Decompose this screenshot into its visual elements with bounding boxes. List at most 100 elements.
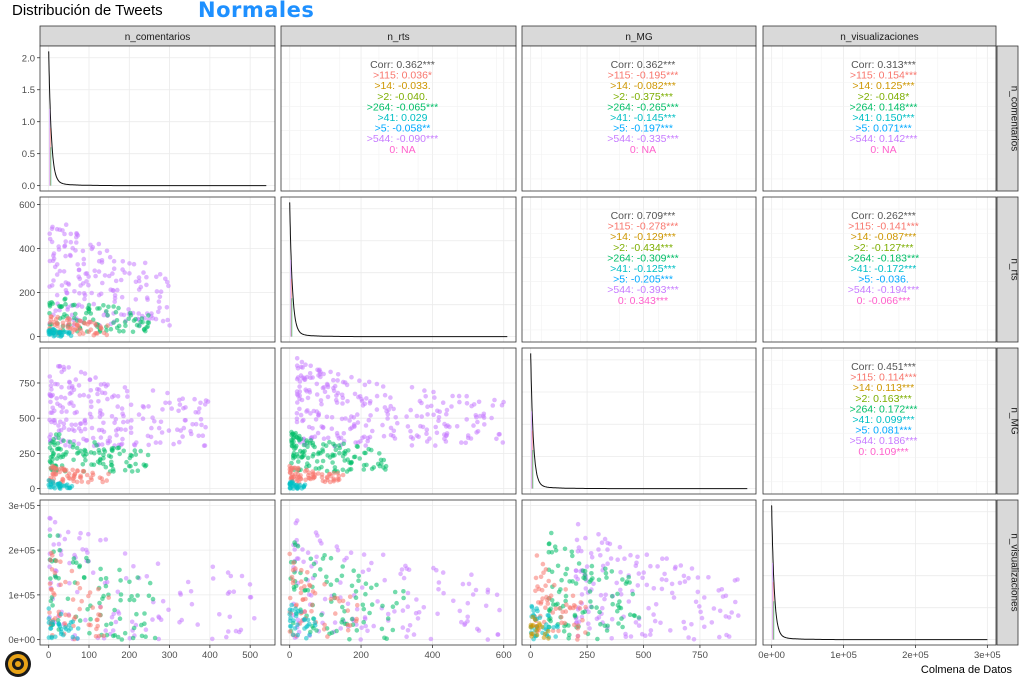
scatter-point xyxy=(98,382,104,387)
scatter-point xyxy=(431,389,436,395)
scatter-point xyxy=(691,637,697,642)
scatter-point xyxy=(58,559,63,564)
scatter-point xyxy=(58,582,63,588)
scatter-point xyxy=(354,628,360,633)
scatter-point xyxy=(530,622,536,628)
scatter-point xyxy=(605,561,610,566)
scatter-point xyxy=(332,620,338,625)
scatter-point xyxy=(459,440,464,445)
scatter-point xyxy=(152,419,157,424)
scatter-point xyxy=(699,615,705,621)
scatter-point xyxy=(79,598,84,604)
scatter-point xyxy=(607,541,613,547)
scatter-point xyxy=(534,553,540,558)
panel: Corr: 0.451***>115: 0.114***>14: 0.113**… xyxy=(762,347,997,495)
scatter-point xyxy=(88,388,94,393)
scatter-point xyxy=(95,623,100,629)
x-tick-label: 500 xyxy=(242,650,258,661)
scatter-point xyxy=(85,480,91,485)
scatter-point xyxy=(77,393,83,398)
scatter-point xyxy=(677,580,683,586)
scatter-point xyxy=(349,459,354,465)
scatter-point xyxy=(534,606,539,611)
scatter-point xyxy=(555,624,560,630)
scatter-point xyxy=(729,610,734,615)
scatter-point xyxy=(533,575,539,581)
scatter-point xyxy=(62,395,68,401)
scatter-point xyxy=(108,462,114,468)
scatter-point xyxy=(669,581,675,587)
scatter-point xyxy=(97,600,102,606)
scatter-point xyxy=(404,414,409,419)
scatter-point xyxy=(143,634,148,639)
scatter-point xyxy=(75,262,80,267)
scatter-point xyxy=(67,379,72,385)
scatter-point xyxy=(354,606,360,612)
scatter-point xyxy=(381,433,387,439)
scatter-point xyxy=(342,458,348,463)
scatter-point xyxy=(312,572,318,578)
scatter-point xyxy=(144,274,149,280)
scatter-point xyxy=(411,632,417,637)
scatter-point xyxy=(307,475,312,481)
scatter-point xyxy=(381,457,387,463)
scatter-point xyxy=(587,589,593,594)
scatter-point xyxy=(318,374,323,380)
scatter-point xyxy=(121,419,126,425)
scatter-point xyxy=(50,472,56,477)
scatter-point xyxy=(348,550,354,555)
scatter-point xyxy=(105,382,110,388)
scatter-point xyxy=(436,580,442,585)
scatter-point xyxy=(81,256,87,262)
scatter-point xyxy=(101,420,106,426)
scatter-point xyxy=(545,601,551,606)
scatter-matrix: n_comentarios n_rts n_MG n_visualizacionesn… xyxy=(8,25,1020,661)
scatter-point xyxy=(59,409,64,415)
scatter-point xyxy=(536,600,541,605)
scatter-point xyxy=(116,323,122,329)
scatter-point xyxy=(609,616,615,622)
scatter-point xyxy=(87,630,92,636)
scatter-point xyxy=(96,399,101,404)
scatter-point xyxy=(106,453,112,459)
scatter-point xyxy=(78,530,83,536)
scatter-point xyxy=(156,425,162,431)
scatter-point xyxy=(110,466,116,472)
scatter-point xyxy=(403,563,408,569)
scatter-point xyxy=(698,609,703,615)
scatter-point xyxy=(686,575,691,581)
scatter-point xyxy=(581,575,586,581)
scatter-point xyxy=(626,599,632,604)
scatter-point xyxy=(290,632,296,638)
scatter-point xyxy=(733,599,738,605)
scatter-point xyxy=(653,602,659,607)
scatter-point xyxy=(217,612,222,617)
scatter-point xyxy=(294,411,300,416)
panel: Corr: 0.709***>115: -0.278***>14: -0.129… xyxy=(521,196,757,343)
scatter-point xyxy=(474,430,479,435)
scatter-point xyxy=(59,465,64,471)
scatter-point xyxy=(329,630,335,636)
scatter-point xyxy=(617,544,623,550)
scatter-point xyxy=(333,447,339,453)
panel: Corr: 0.362***>115: -0.195***>14: -0.082… xyxy=(521,45,757,192)
scatter-point xyxy=(49,587,55,592)
scatter-point xyxy=(689,566,695,571)
scatter-point xyxy=(419,414,425,419)
scatter-point xyxy=(77,606,82,612)
scatter-point xyxy=(103,464,109,470)
scatter-point xyxy=(62,329,67,335)
scatter-point xyxy=(198,400,203,406)
scatter-point xyxy=(335,596,340,601)
scatter-point xyxy=(313,417,319,422)
correlation-label: 0: 0.109*** xyxy=(858,446,908,458)
scatter-point xyxy=(200,433,206,439)
scatter-point xyxy=(497,607,502,613)
scatter-point xyxy=(70,560,76,565)
scatter-point xyxy=(347,623,353,628)
scatter-point xyxy=(131,318,137,323)
scatter-point xyxy=(340,564,346,569)
scatter-point xyxy=(103,628,108,633)
scatter-point xyxy=(325,475,330,481)
scatter-point xyxy=(57,481,63,487)
